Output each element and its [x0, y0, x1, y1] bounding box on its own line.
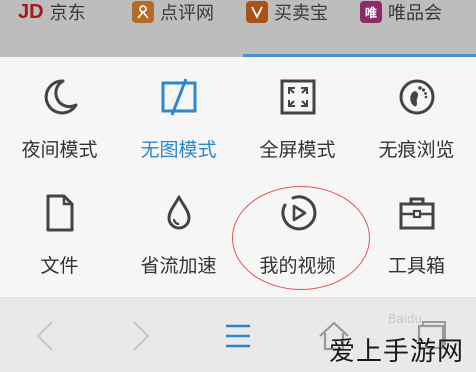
toolbox-button[interactable]: 工具箱 — [357, 191, 476, 278]
bookmark-dianping[interactable]: 点评网 — [132, 0, 214, 24]
back-icon[interactable] — [26, 316, 66, 356]
no-image-mode-label: 无图模式 — [140, 139, 217, 161]
file-icon — [46, 194, 73, 232]
moon-icon — [44, 79, 77, 115]
bookmark-label: 唯品会 — [388, 3, 442, 24]
bookmark-vip[interactable]: 唯 唯品会 — [360, 0, 442, 24]
data-saver-button[interactable]: 省流加速 — [119, 191, 238, 278]
bookmark-maimaibao[interactable]: 买卖宝 — [246, 0, 328, 24]
baidu-watermark: Baidu — [388, 312, 423, 326]
menu-icon[interactable] — [218, 316, 258, 356]
jd-logo-icon: JD — [18, 0, 44, 23]
no-image-icon — [161, 78, 196, 116]
files-button[interactable]: 文件 — [0, 191, 119, 278]
annotation-circle — [232, 186, 370, 290]
bookmark-jd[interactable]: JD 京东 — [18, 0, 86, 25]
forward-icon[interactable] — [120, 316, 160, 356]
vip-logo-icon: 唯 — [360, 1, 382, 23]
incognito-browse-button[interactable]: 无痕浏览 — [357, 75, 476, 162]
night-mode-button[interactable]: 夜间模式 — [0, 75, 119, 162]
no-image-mode-button[interactable]: 无图模式 — [119, 75, 238, 162]
toolbox-label: 工具箱 — [387, 255, 445, 277]
bookmark-label: 京东 — [49, 3, 86, 24]
fullscreen-mode-label: 全屏模式 — [259, 139, 336, 161]
dianping-logo-icon — [132, 1, 154, 23]
site-watermark: 爱上手游网 — [328, 337, 464, 367]
tools-menu: 夜间模式 无图模式 全屏模式 无痕浏览 文件 省流加速 我的视频 工具箱 — [0, 57, 476, 297]
fullscreen-mode-button[interactable]: 全屏模式 — [238, 75, 357, 162]
files-label: 文件 — [40, 255, 79, 277]
incognito-browse-label: 无痕浏览 — [378, 139, 455, 161]
bookmark-label: 点评网 — [160, 3, 214, 24]
bookmark-label: 买卖宝 — [274, 3, 328, 24]
toolbox-icon — [399, 197, 434, 230]
fullscreen-icon — [280, 79, 315, 115]
maimaibao-logo-icon — [246, 1, 268, 23]
data-saver-label: 省流加速 — [140, 255, 217, 277]
drop-icon — [167, 195, 190, 230]
night-mode-label: 夜间模式 — [21, 139, 98, 161]
footprint-icon — [399, 79, 434, 115]
bookmarks-bar: JD 京东 点评网 买卖宝 唯 唯品会 — [0, 0, 476, 57]
